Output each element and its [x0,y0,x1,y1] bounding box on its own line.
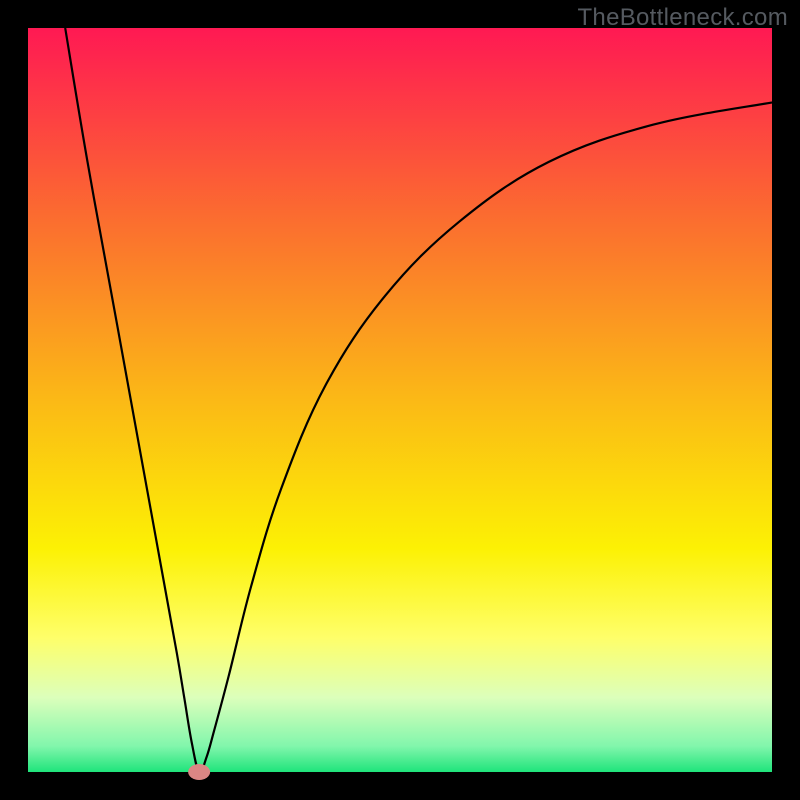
watermark-text: TheBottleneck.com [577,4,788,32]
chart-svg [0,0,800,800]
current-point-marker [188,764,210,780]
chart-container: TheBottleneck.com [0,0,800,800]
plot-background [28,28,772,772]
